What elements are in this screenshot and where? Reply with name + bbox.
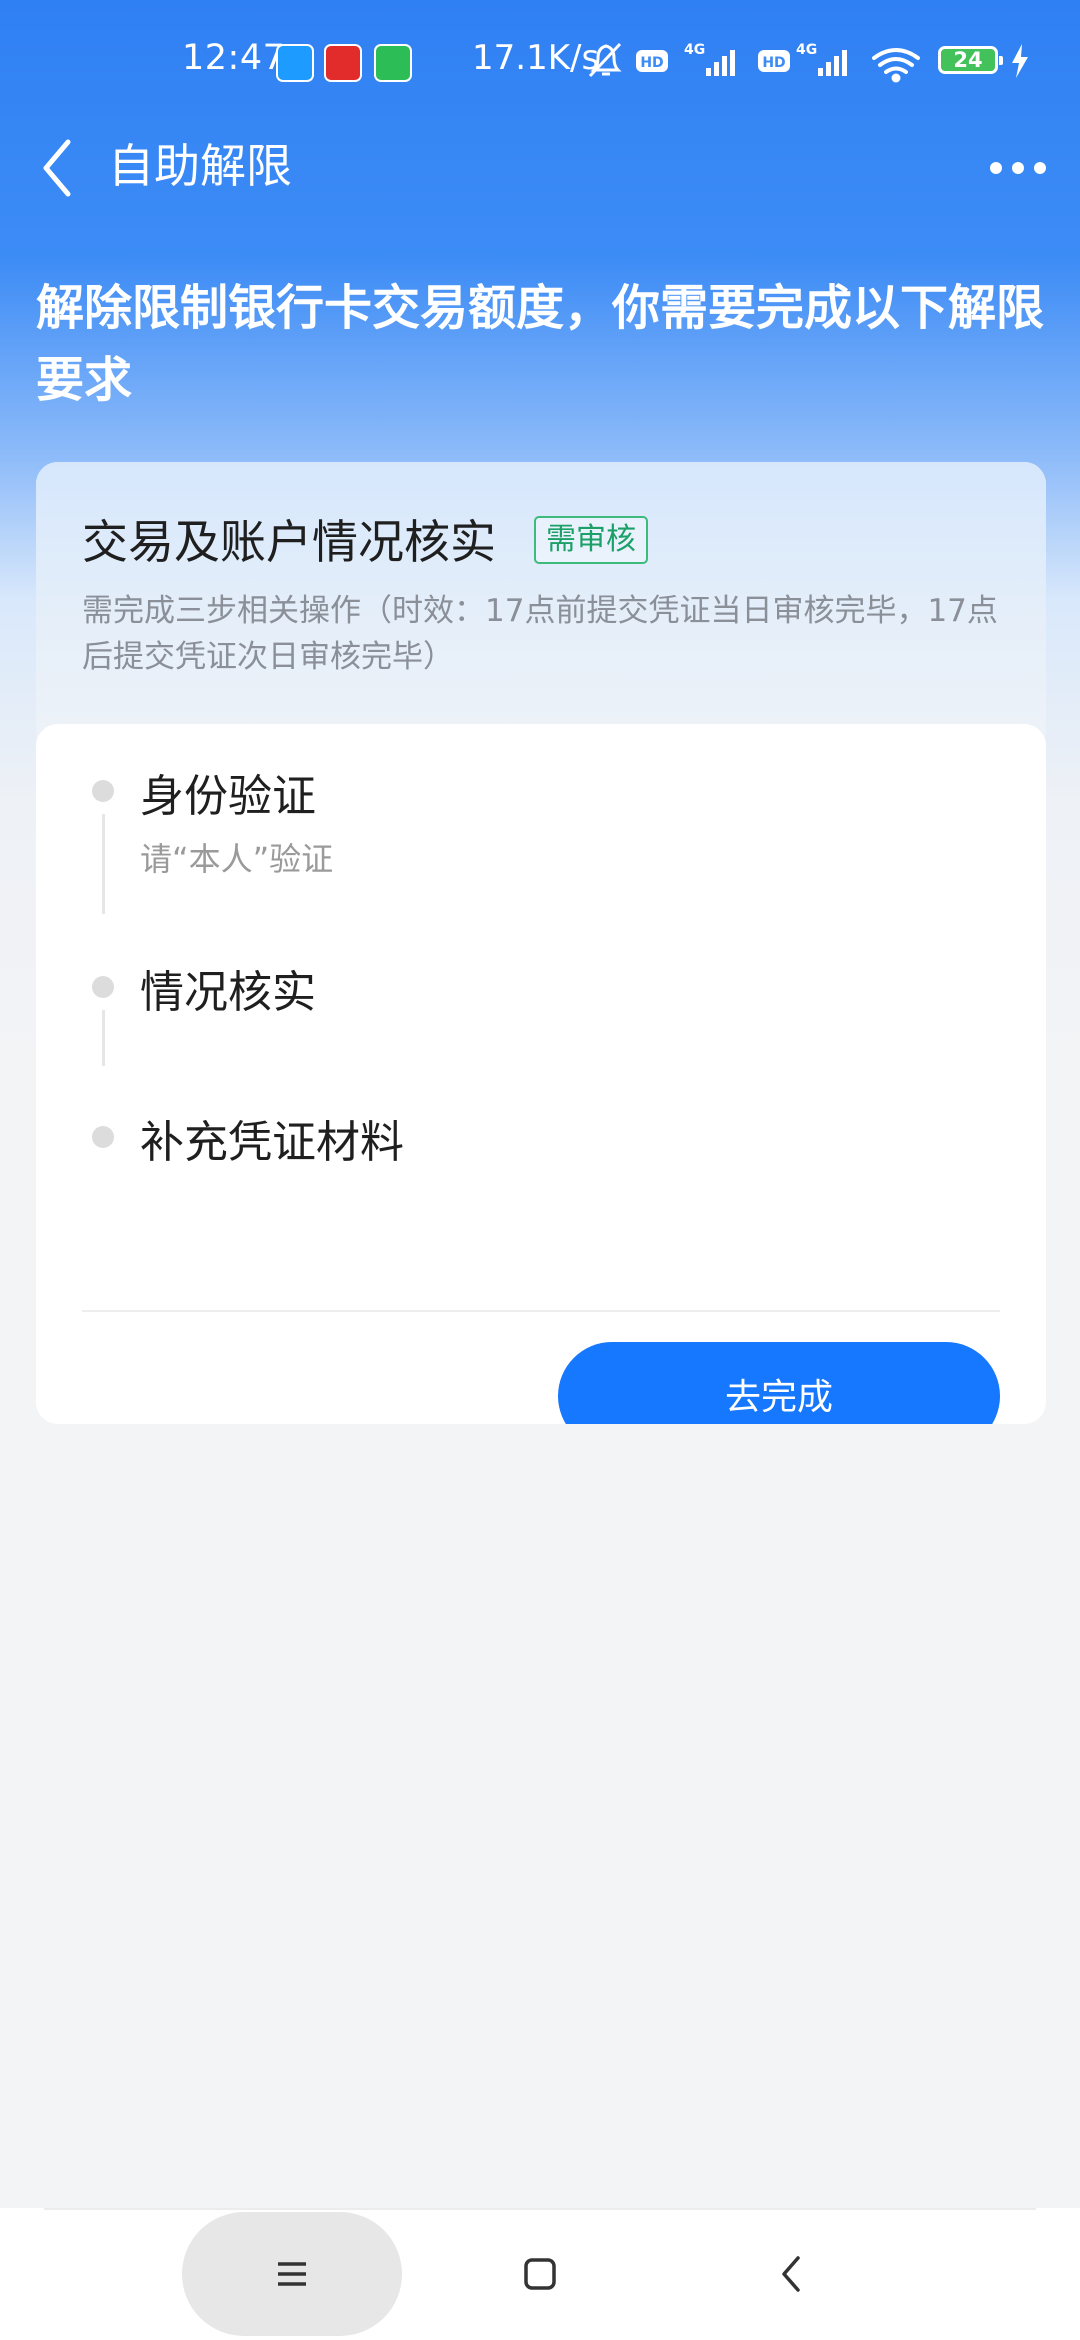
system-navigation-bar	[0, 2208, 1080, 2340]
more-dots-icon[interactable]	[986, 134, 1050, 198]
charging-bolt-icon	[1012, 44, 1028, 78]
wechat-mini-icon	[374, 44, 412, 82]
card-title: 交易及账户情况核实	[82, 515, 496, 569]
battery-icon: 24	[938, 46, 1003, 74]
svg-text:HD: HD	[640, 55, 663, 71]
network-speed: 17.1K/s	[472, 38, 600, 78]
pinduoduo-app-icon	[324, 44, 362, 82]
complete-button[interactable]: 去完成	[558, 1342, 1000, 1424]
step-subtitle-identity: 请“本人”验证	[140, 840, 334, 878]
divider	[44, 2208, 1036, 2210]
hd-icon: HD	[636, 50, 668, 72]
svg-text:4G: 4G	[796, 42, 817, 58]
unlock-requirement-card: 交易及账户情况核实 需审核 需完成三步相关操作（时效：17点前提交凭证当日审核完…	[36, 462, 1046, 1424]
svg-text:4G: 4G	[684, 42, 705, 58]
step-title-documents: 补充凭证材料	[140, 1117, 404, 1168]
status-badge: 需审核	[534, 516, 648, 564]
card-header: 交易及账户情况核实 需审核 需完成三步相关操作（时效：17点前提交凭证当日审核完…	[36, 462, 1046, 742]
alipay-app-icon	[276, 44, 314, 82]
steps-panel: 身份验证 请“本人”验证 情况核实 补充凭证材料 去完成	[36, 724, 1046, 1424]
step-title-verification: 情况核实	[140, 967, 316, 1018]
back-chevron-icon[interactable]	[770, 2244, 814, 2304]
wifi-icon	[872, 48, 920, 83]
svg-text:HD: HD	[762, 55, 785, 71]
step-dot	[92, 976, 114, 998]
status-time: 12:47	[182, 38, 286, 78]
status-bar: 12:47 17.1K/s HD 4G HD 4G 24	[0, 0, 1080, 120]
hd-icon: HD	[758, 50, 790, 72]
4g-signal-icon: 4G	[684, 42, 735, 76]
title-bar: 自助解限	[0, 120, 1080, 270]
step-dot	[92, 1126, 114, 1148]
status-icons: HD 4G HD 4G	[588, 42, 920, 83]
page-title: 自助解限	[108, 139, 292, 193]
card-subtitle: 需完成三步相关操作（时效：17点前提交凭证当日审核完毕，17点后提交凭证次日审核…	[82, 593, 998, 675]
step-dot	[92, 780, 114, 802]
mute-bell-icon	[588, 42, 622, 78]
4g-signal-icon: 4G	[796, 42, 847, 76]
home-square-icon[interactable]	[518, 2244, 562, 2304]
step-title-identity: 身份验证	[140, 771, 316, 822]
menu-icon[interactable]	[270, 2244, 314, 2304]
step-connector	[102, 814, 105, 914]
divider	[82, 1310, 1000, 1312]
chevron-left-icon[interactable]	[34, 128, 94, 208]
headline: 解除限制银行卡交易额度，你需要完成以下解限要求	[36, 280, 1045, 408]
step-connector	[102, 1010, 105, 1066]
